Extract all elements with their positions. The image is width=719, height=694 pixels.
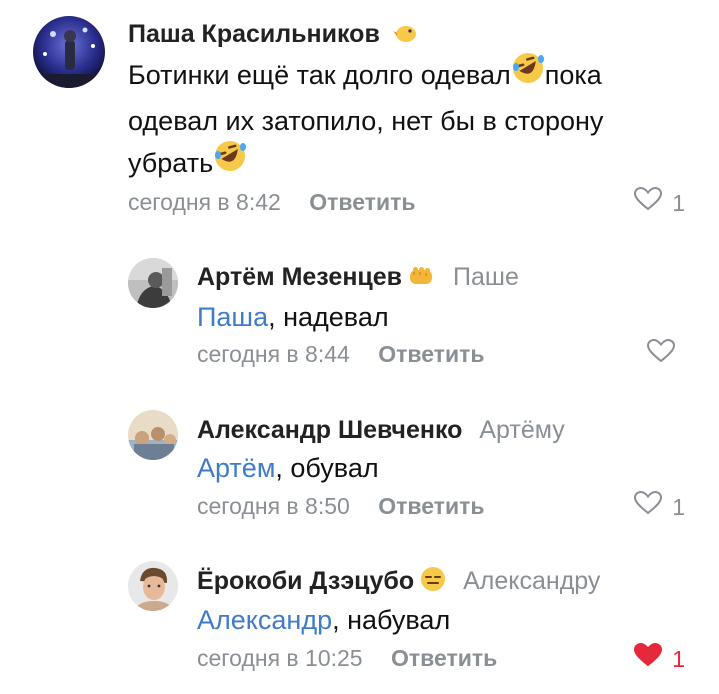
author-name[interactable]: Артём Мезенцев [197,263,402,291]
author-name[interactable]: Паша Красильников [128,20,380,48]
reply-button[interactable]: Ответить [309,189,415,215]
mention-link[interactable]: Паша [197,302,268,332]
reply-button[interactable]: Ответить [378,341,484,367]
rofl-emoji-icon [511,51,545,97]
reply-to[interactable]: Артёму [479,416,564,444]
timestamp: сегодня в 8:50 [197,493,350,519]
like-count: 1 [672,189,685,216]
avatar[interactable] [128,410,178,460]
author-name[interactable]: Ёрокоби Дзэцубо [197,567,414,595]
like-button[interactable]: 1 [634,186,685,218]
timestamp: сегодня в 10:25 [197,645,363,671]
reply-to[interactable]: Александру [463,567,600,595]
timestamp: сегодня в 8:42 [128,189,281,215]
heart-icon [634,642,663,674]
heart-icon [634,490,663,522]
timestamp: сегодня в 8:44 [197,341,350,367]
mention-link[interactable]: Артём [197,453,275,483]
reply-button[interactable]: Ответить [378,493,484,519]
mention-link[interactable]: Александр [197,605,332,635]
avatar[interactable] [128,561,178,611]
reply-to[interactable]: Паше [453,263,519,291]
reply-button[interactable]: Ответить [391,645,497,671]
comment-text: Артём, обувал [197,453,379,483]
like-count: 1 [672,645,685,672]
comment-text: Александр, набувал [197,605,451,635]
like-count: 1 [672,493,685,520]
heart-icon [634,186,663,218]
avatar[interactable] [128,258,178,308]
thumbs-badge-icon [408,263,436,293]
comment-text: Паша, надевал [197,302,389,332]
expressionless-emoji-icon [420,566,446,599]
like-button[interactable]: 1 [634,642,685,674]
heart-icon [646,338,676,370]
like-button[interactable] [646,338,685,370]
chick-badge-icon [392,20,419,50]
author-name[interactable]: Александр Шевченко [197,416,462,444]
avatar[interactable] [33,16,105,88]
like-button[interactable]: 1 [634,490,685,522]
rofl-emoji-icon [213,139,247,185]
comment-text: Ботинки ещё так долго одевал пока одевал … [128,51,688,188]
